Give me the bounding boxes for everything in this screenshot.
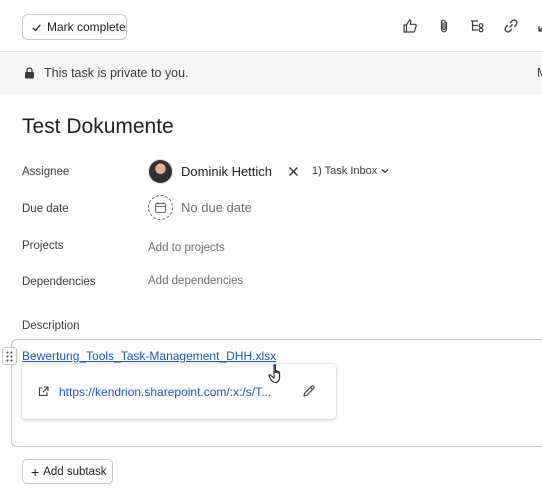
task-title[interactable]: Test Dokumente <box>22 115 174 139</box>
external-link-icon <box>38 386 49 397</box>
add-subtask-label: Add subtask <box>43 465 107 478</box>
mark-complete-button[interactable]: Mark complete <box>22 14 127 40</box>
edit-pencil-icon[interactable] <box>302 384 316 403</box>
check-icon <box>32 23 41 31</box>
due-date-field[interactable]: No due date <box>148 195 252 220</box>
description-label: Description <box>22 320 80 332</box>
privacy-banner: This task is private to you. M <box>0 53 542 94</box>
hand-pointer-icon <box>268 363 281 384</box>
link-url[interactable]: https://kendrion.sharepoint.com/:x:/s/T.… <box>59 385 271 399</box>
subtask-icon[interactable] <box>467 16 487 36</box>
file-link[interactable]: Bewertung_Tools_Task-Management_DHH.xlsx <box>22 349 276 363</box>
assignee-name[interactable]: Dominik Hettich <box>181 164 272 179</box>
toolbar-icons <box>400 16 542 36</box>
add-dependencies-button[interactable]: Add dependencies <box>148 275 243 287</box>
dependencies-label: Dependencies <box>22 276 96 288</box>
due-date-value: No due date <box>181 200 252 215</box>
expand-icon[interactable] <box>534 16 542 36</box>
drag-handle-icon[interactable] <box>2 347 17 365</box>
link-preview-card: https://kendrion.sharepoint.com/:x:/s/T.… <box>22 364 336 419</box>
assignee-label: Assignee <box>22 166 70 178</box>
calendar-icon <box>148 195 173 220</box>
add-subtask-button[interactable]: + Add subtask <box>22 459 113 484</box>
lock-icon <box>25 67 34 79</box>
add-to-projects-button[interactable]: Add to projects <box>148 242 225 254</box>
privacy-truncated-text: M <box>537 66 542 80</box>
avatar <box>148 158 173 184</box>
mark-complete-label: Mark complete <box>47 20 126 34</box>
remove-assignee-icon[interactable] <box>286 164 300 178</box>
chevron-down-icon <box>381 169 389 174</box>
assignee-field[interactable]: Dominik Hettich 1) Task Inbox <box>148 158 389 184</box>
section-label: 1) Task Inbox <box>312 165 378 177</box>
paperclip-icon[interactable] <box>434 16 454 36</box>
projects-label: Projects <box>22 240 64 252</box>
due-date-label: Due date <box>22 203 69 215</box>
plus-icon: + <box>31 463 40 480</box>
task-toolbar: Mark complete <box>0 0 542 52</box>
section-dropdown[interactable]: 1) Task Inbox <box>312 165 389 177</box>
privacy-text: This task is private to you. <box>44 66 189 80</box>
thumbs-up-icon[interactable] <box>400 16 420 36</box>
link-icon[interactable] <box>501 16 521 36</box>
